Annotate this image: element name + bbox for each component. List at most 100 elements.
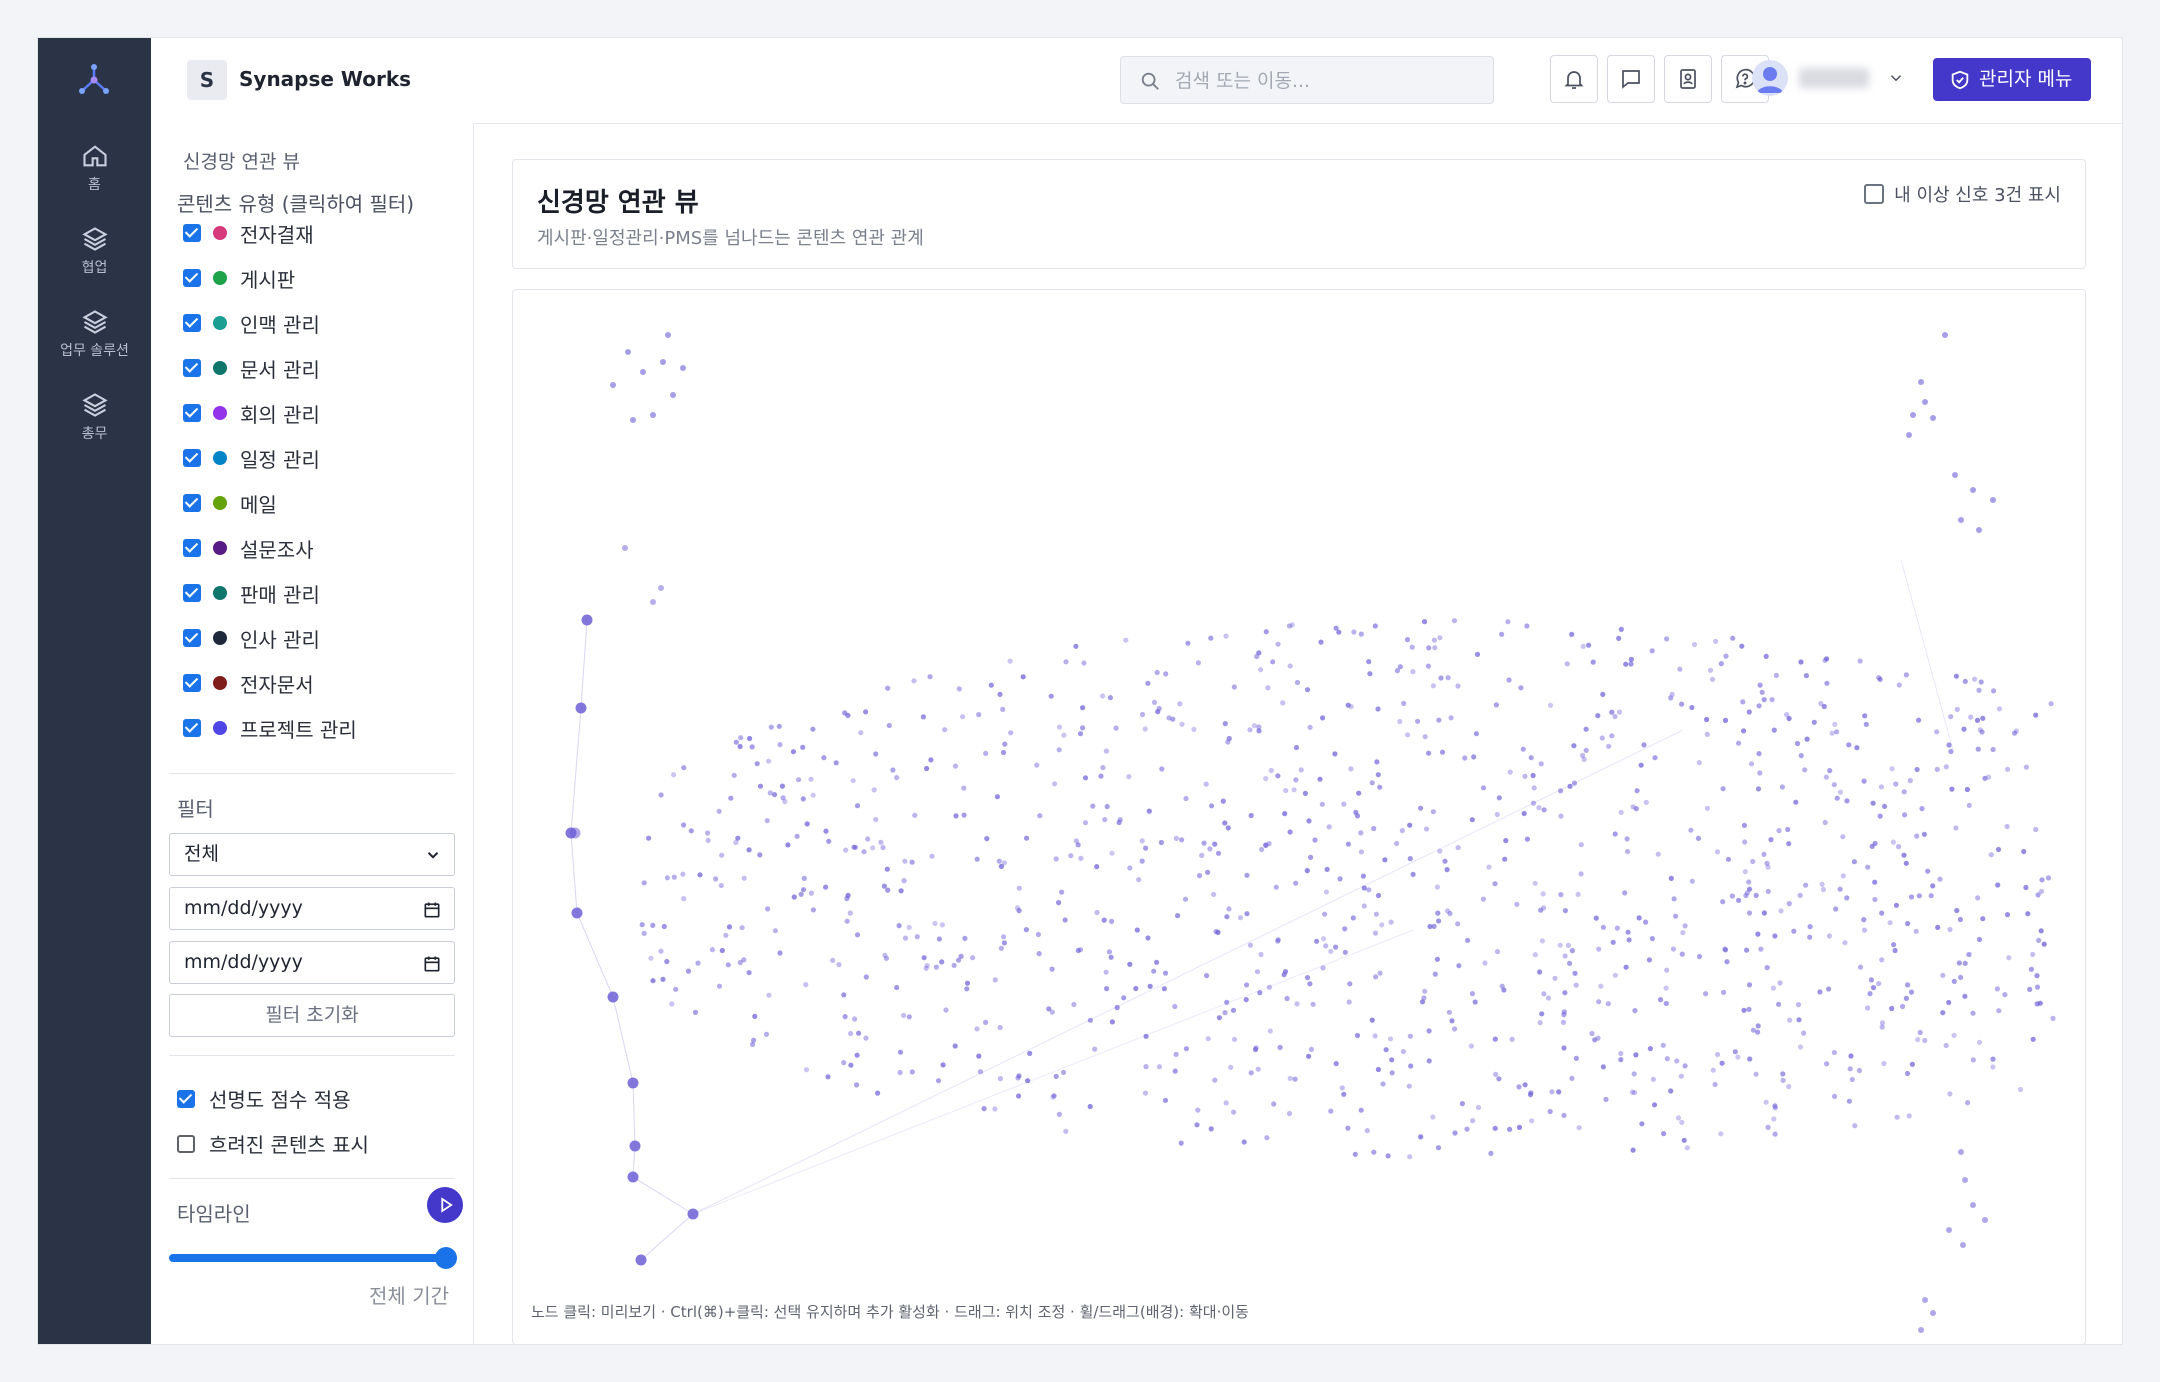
graph-node[interactable]	[650, 922, 656, 929]
graph-node[interactable]	[2048, 701, 2054, 707]
graph-node[interactable]	[1755, 1023, 1761, 1029]
graph-node[interactable]	[1954, 907, 1960, 914]
graph-node[interactable]	[741, 875, 747, 881]
graph-node[interactable]	[1205, 1036, 1211, 1042]
graph-node[interactable]	[974, 1026, 980, 1032]
graph-node[interactable]	[728, 795, 734, 801]
graph-node[interactable]	[1139, 858, 1145, 864]
graph-node[interactable]	[1341, 1091, 1347, 1097]
graph-node[interactable]	[1293, 880, 1299, 886]
graph-node[interactable]	[1337, 876, 1343, 882]
graph-node[interactable]	[1753, 1071, 1759, 1077]
graph-node[interactable]	[1878, 784, 1884, 790]
graph-node[interactable]	[673, 986, 679, 992]
graph-node[interactable]	[1975, 746, 1981, 752]
graph-node[interactable]	[1831, 782, 1837, 788]
graph-node[interactable]	[844, 895, 850, 902]
graph-node[interactable]	[1062, 917, 1068, 923]
reset-filter-button[interactable]: 필터 초기화	[169, 994, 455, 1037]
graph-node[interactable]	[1266, 841, 1272, 847]
graph-node[interactable]	[1215, 929, 1221, 936]
graph-node[interactable]	[1910, 412, 1916, 418]
graph-node[interactable]	[1643, 919, 1649, 925]
graph-node[interactable]	[1528, 755, 1534, 761]
graph-node[interactable]	[974, 856, 980, 862]
graph-node[interactable]	[992, 977, 998, 983]
graph-node[interactable]	[1264, 1135, 1270, 1141]
graph-node[interactable]	[1375, 1066, 1381, 1073]
graph-node[interactable]	[1753, 892, 1759, 899]
graph-node[interactable]	[1970, 1057, 1976, 1063]
graph-node[interactable]	[1977, 727, 1983, 733]
graph-node[interactable]	[1769, 697, 1775, 703]
graph-node[interactable]	[1735, 1054, 1741, 1060]
graph-node[interactable]	[1723, 653, 1729, 659]
graph-node[interactable]	[1397, 718, 1403, 725]
graph-node[interactable]	[1455, 845, 1461, 851]
graph-node[interactable]	[1430, 809, 1436, 815]
graph-node[interactable]	[665, 332, 671, 338]
graph-node[interactable]	[1400, 1048, 1406, 1055]
content-type-schedule[interactable]: 일정 관리	[183, 443, 320, 473]
graph-node[interactable]	[1834, 729, 1840, 735]
graph-node[interactable]	[1847, 1066, 1853, 1072]
graph-node[interactable]	[1756, 751, 1762, 757]
graph-node[interactable]	[1599, 735, 1605, 741]
graph-node[interactable]	[1870, 985, 1877, 991]
graph-node[interactable]	[1634, 788, 1640, 794]
graph-node[interactable]	[1439, 749, 1446, 755]
graph-node[interactable]	[1763, 653, 1769, 659]
graph-node[interactable]	[800, 887, 807, 893]
graph-node[interactable]	[1474, 651, 1481, 657]
graph-node[interactable]	[2006, 955, 2012, 961]
graph-node[interactable]	[1581, 756, 1587, 762]
graph-node[interactable]	[726, 924, 733, 930]
graph-node[interactable]	[885, 685, 891, 691]
graph-node[interactable]	[1507, 769, 1513, 775]
graph-node[interactable]	[901, 1012, 907, 1019]
graph-node[interactable]	[1704, 716, 1710, 723]
graph-node[interactable]	[1889, 766, 1895, 772]
graph-node[interactable]	[2030, 951, 2036, 958]
graph-node[interactable]	[1649, 648, 1655, 654]
graph-node[interactable]	[1742, 869, 1748, 875]
graph-node[interactable]	[1049, 966, 1055, 972]
graph-node[interactable]	[1322, 911, 1328, 917]
graph-node[interactable]	[1103, 748, 1109, 754]
graph-node[interactable]	[1556, 1089, 1562, 1095]
messages-button[interactable]	[1607, 55, 1655, 103]
graph-node[interactable]	[1293, 744, 1300, 751]
graph-node[interactable]	[1199, 852, 1205, 859]
graph-node[interactable]	[1650, 1076, 1656, 1082]
graph-node[interactable]	[1943, 764, 1949, 770]
graph-node[interactable]	[1682, 923, 1688, 929]
graph-node[interactable]	[1713, 638, 1719, 644]
graph-node[interactable]	[1469, 991, 1475, 997]
graph-node[interactable]	[1001, 860, 1008, 866]
graph-node[interactable]	[1291, 787, 1297, 793]
graph-node[interactable]	[664, 958, 670, 965]
graph-node[interactable]	[1472, 999, 1478, 1005]
graph-node[interactable]	[1494, 811, 1500, 818]
graph-node[interactable]	[808, 776, 814, 782]
graph-node[interactable]	[1837, 789, 1844, 795]
graph-node[interactable]	[1486, 864, 1492, 870]
graph-node[interactable]	[1496, 795, 1502, 801]
graph-node[interactable]	[1346, 999, 1352, 1005]
checkbox[interactable]	[183, 719, 201, 737]
graph-node[interactable]	[870, 845, 876, 851]
graph-node[interactable]	[1063, 659, 1069, 665]
graph-node[interactable]	[1798, 659, 1804, 665]
graph-node[interactable]	[1345, 702, 1351, 708]
graph-node[interactable]	[1209, 803, 1215, 809]
graph-node[interactable]	[1746, 1006, 1752, 1013]
graph-node[interactable]	[1561, 1012, 1567, 1018]
graph-node[interactable]	[1473, 731, 1479, 737]
graph-node[interactable]	[1722, 947, 1729, 953]
graph-node[interactable]	[1100, 693, 1106, 699]
graph-node[interactable]	[1930, 415, 1936, 421]
graph-node[interactable]	[1773, 672, 1779, 678]
graph-node[interactable]	[1684, 1145, 1690, 1151]
graph-node[interactable]	[1212, 841, 1218, 847]
graph-node[interactable]	[750, 1041, 756, 1047]
